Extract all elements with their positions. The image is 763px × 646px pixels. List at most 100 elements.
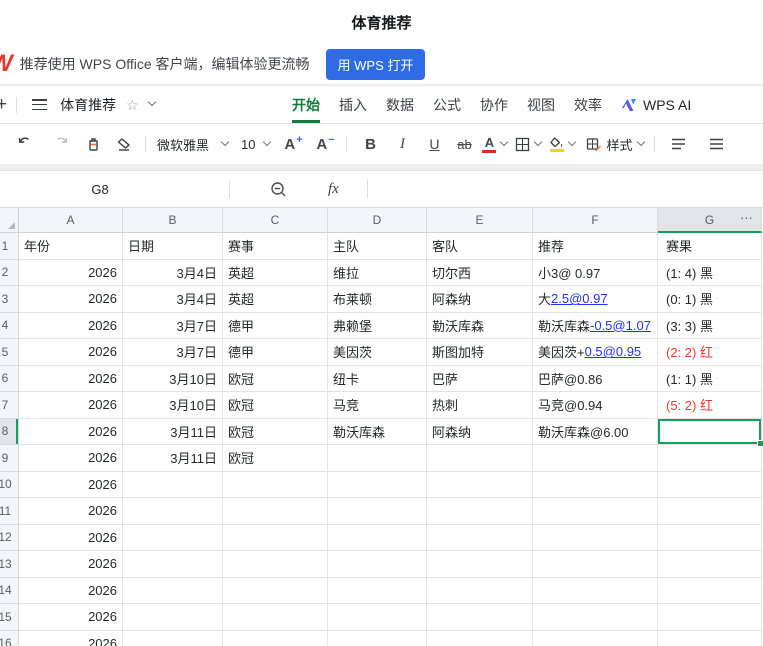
align-left-button[interactable] [667, 131, 691, 157]
cell-C7[interactable]: 欧冠 [223, 392, 328, 419]
cell-C13[interactable] [223, 551, 328, 578]
row-header-3[interactable]: 3 [0, 286, 19, 313]
cell-G8[interactable] [658, 418, 763, 447]
cell-F8[interactable]: 勒沃库森@6.00 [533, 418, 658, 445]
cell-G9[interactable] [658, 445, 762, 472]
cell-F15[interactable] [533, 604, 658, 631]
cell-C3[interactable]: 英超 [223, 286, 328, 313]
cell-F2[interactable]: 小3@ 0.97 [533, 259, 658, 286]
row-header-8[interactable]: 8 [0, 418, 19, 445]
collapse-formula-bar-button[interactable] [266, 176, 290, 202]
select-all-corner[interactable] [0, 208, 19, 233]
font-size-select[interactable]: 10 [241, 131, 271, 157]
cell-F6[interactable]: 巴萨@0.86 [533, 365, 658, 392]
cell-A10[interactable]: 2026 [19, 471, 123, 498]
fill-handle[interactable] [757, 440, 763, 447]
col-header-F[interactable]: F [533, 208, 658, 233]
cell-B6[interactable]: 3月10日 [123, 365, 223, 392]
name-box[interactable]: G8 [0, 182, 200, 197]
col-header-D[interactable]: D [328, 208, 427, 233]
cell-G15[interactable] [658, 604, 762, 631]
cell-E7[interactable]: 热刺 [427, 392, 533, 419]
cell-C6[interactable]: 欧冠 [223, 365, 328, 392]
cell-D1[interactable]: 主队 [328, 233, 427, 260]
cell-G3[interactable]: (0: 1) 黑 [658, 286, 762, 313]
cell-C4[interactable]: 德甲 [223, 312, 328, 339]
cell-D12[interactable] [328, 524, 427, 551]
cell-B12[interactable] [123, 524, 223, 551]
cell-E11[interactable] [427, 498, 533, 525]
cell-A9[interactable]: 2026 [19, 445, 123, 472]
cell-F7[interactable]: 马竞@0.94 [533, 392, 658, 419]
cell-E8[interactable]: 阿森纳 [427, 418, 533, 445]
hamburger-menu-icon[interactable] [32, 99, 48, 110]
cell-B2[interactable]: 3月4日 [123, 259, 223, 286]
col-header-E[interactable]: E [427, 208, 533, 233]
cell-G16[interactable] [658, 630, 762, 646]
cell-C11[interactable] [223, 498, 328, 525]
formula-input[interactable] [368, 171, 763, 207]
cell-G11[interactable] [658, 498, 762, 525]
hyperlink-text[interactable]: 0.5@0.95 [585, 344, 642, 359]
eraser-button[interactable] [112, 131, 136, 157]
fx-button[interactable]: fx [328, 181, 339, 198]
cell-E13[interactable] [427, 551, 533, 578]
cell-B11[interactable] [123, 498, 223, 525]
cell-F10[interactable] [533, 471, 658, 498]
cell-C15[interactable] [223, 604, 328, 631]
font-color-button[interactable]: A [482, 131, 508, 157]
strikethrough-button[interactable]: ab [452, 131, 476, 157]
cell-F1[interactable]: 推荐 [533, 233, 658, 260]
tab-开始[interactable]: 开始 [292, 86, 320, 123]
row-header-4[interactable]: 4 [0, 312, 19, 339]
cell-C2[interactable]: 英超 [223, 259, 328, 286]
decrease-font-button[interactable]: A − [313, 131, 337, 157]
tab-效率[interactable]: 效率 [574, 86, 602, 123]
tab-插入[interactable]: 插入 [339, 86, 367, 123]
bold-button[interactable]: B [358, 131, 382, 157]
row-header-13[interactable]: 13 [0, 551, 19, 578]
cell-style-button[interactable]: 样式 [586, 131, 644, 157]
row-header-1[interactable]: 1 [0, 233, 19, 260]
row-header-9[interactable]: 9 [0, 445, 19, 472]
cell-G13[interactable] [658, 551, 762, 578]
cell-E9[interactable] [427, 445, 533, 472]
cell-E12[interactable] [427, 524, 533, 551]
row-header-11[interactable]: 11 [0, 498, 19, 525]
row-header-7[interactable]: 7 [0, 392, 19, 419]
align-center-button[interactable] [705, 131, 729, 157]
cell-E2[interactable]: 切尔西 [427, 259, 533, 286]
tab-视图[interactable]: 视图 [527, 86, 555, 123]
row-header-15[interactable]: 15 [0, 604, 19, 631]
hyperlink-text[interactable]: -0.5@1.07 [590, 318, 651, 333]
cell-G6[interactable]: (1: 1) 黑 [658, 365, 762, 392]
row-header-2[interactable]: 2 [0, 259, 19, 286]
more-columns-button[interactable]: ⋯ [740, 210, 754, 226]
cell-D6[interactable]: 纽卡 [328, 365, 427, 392]
cell-C1[interactable]: 赛事 [223, 233, 328, 260]
cell-B14[interactable] [123, 577, 223, 604]
cell-D9[interactable] [328, 445, 427, 472]
cell-A14[interactable]: 2026 [19, 577, 123, 604]
cell-F14[interactable] [533, 577, 658, 604]
cell-D15[interactable] [328, 604, 427, 631]
undo-button[interactable] [13, 131, 37, 157]
cell-F9[interactable] [533, 445, 658, 472]
underline-button[interactable]: U [422, 131, 446, 157]
italic-button[interactable]: I [390, 131, 414, 157]
cell-A3[interactable]: 2026 [19, 286, 123, 313]
cell-D16[interactable] [328, 630, 427, 646]
cell-E10[interactable] [427, 471, 533, 498]
cell-D4[interactable]: 弗赖堡 [328, 312, 427, 339]
cell-B13[interactable] [123, 551, 223, 578]
cell-F4[interactable]: 勒沃库森 -0.5@1.07 [533, 312, 658, 339]
tab-公式[interactable]: 公式 [433, 86, 461, 123]
cell-G12[interactable] [658, 524, 762, 551]
cell-A16[interactable]: 2026 [19, 630, 123, 646]
borders-button[interactable] [515, 131, 542, 157]
cell-F3[interactable]: 大 2.5@0.97 [533, 286, 658, 313]
format-painter-button[interactable] [81, 131, 105, 157]
cell-G2[interactable]: (1: 4) 黑 [658, 259, 762, 286]
cell-A8[interactable]: 2026 [19, 418, 123, 445]
col-header-B[interactable]: B [123, 208, 223, 233]
